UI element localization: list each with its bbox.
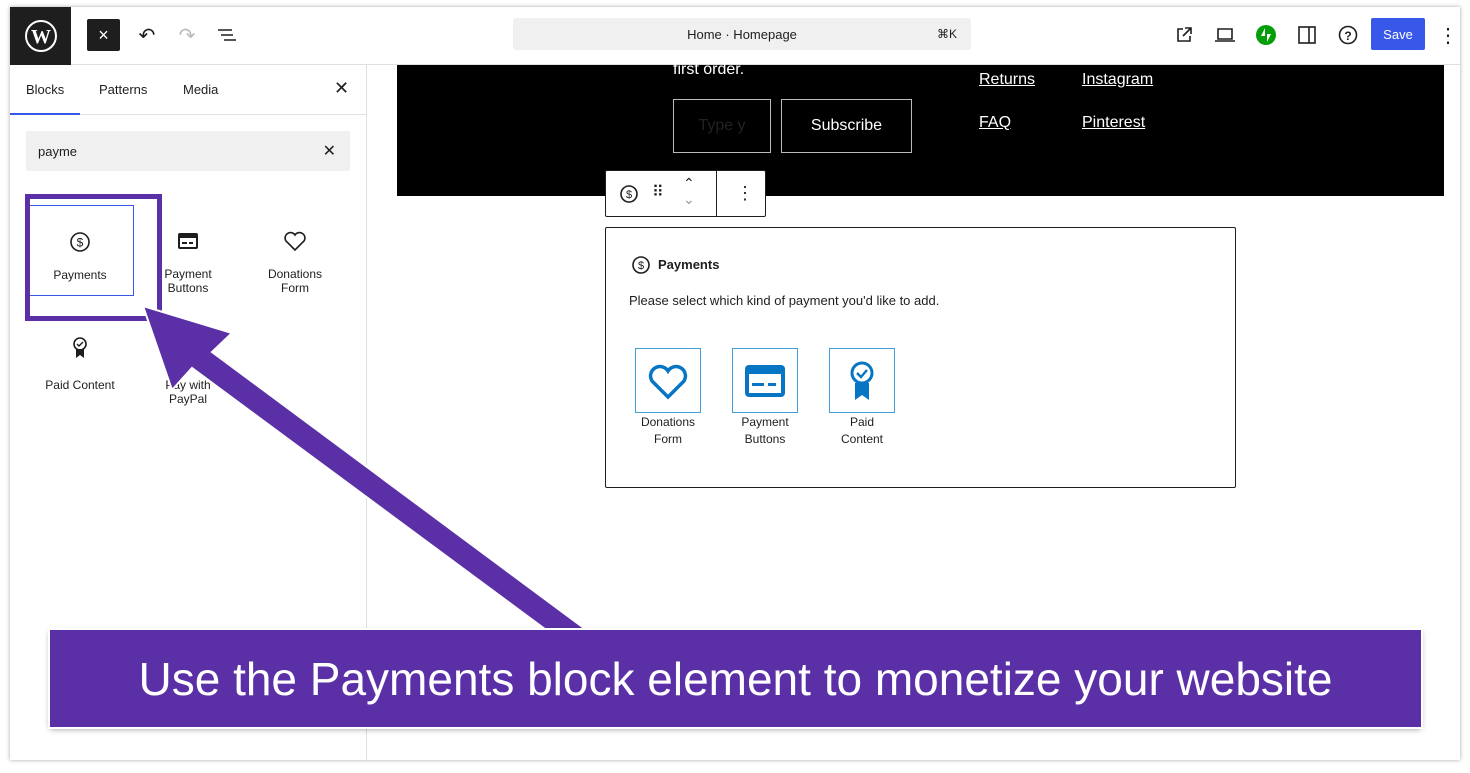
annotation-banner: Use the Payments block element to moneti… (50, 630, 1421, 727)
